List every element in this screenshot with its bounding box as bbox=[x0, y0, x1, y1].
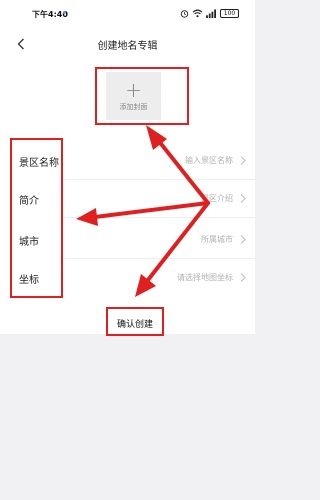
confirm-highlight-box bbox=[106, 307, 164, 336]
status-icons: 100 bbox=[180, 8, 239, 18]
intro-input[interactable]: 景区介绍 bbox=[201, 193, 233, 204]
chevron-right-icon bbox=[240, 273, 246, 282]
signal-icon bbox=[206, 8, 216, 18]
cover-highlight-box bbox=[95, 67, 189, 125]
city-input[interactable]: 所属城市 bbox=[201, 234, 233, 245]
chevron-right-icon bbox=[240, 156, 246, 165]
row-divider bbox=[62, 217, 255, 218]
chevron-right-icon bbox=[240, 194, 246, 203]
coordinates-input[interactable]: 请选择地图坐标 bbox=[177, 272, 233, 283]
nav-bar: 创建地名专辑 bbox=[0, 26, 255, 62]
labels-highlight-box bbox=[10, 138, 63, 298]
alarm-icon bbox=[180, 9, 189, 18]
page-title: 创建地名专辑 bbox=[97, 41, 158, 52]
wifi-icon bbox=[192, 9, 203, 17]
battery-icon: 100 bbox=[220, 8, 239, 18]
scenic-name-input[interactable]: 输入景区名称 bbox=[185, 155, 233, 166]
notification-dot-icon bbox=[63, 11, 66, 14]
status-bar: 下午4:40 100 bbox=[0, 0, 255, 26]
chevron-right-icon bbox=[240, 235, 246, 244]
